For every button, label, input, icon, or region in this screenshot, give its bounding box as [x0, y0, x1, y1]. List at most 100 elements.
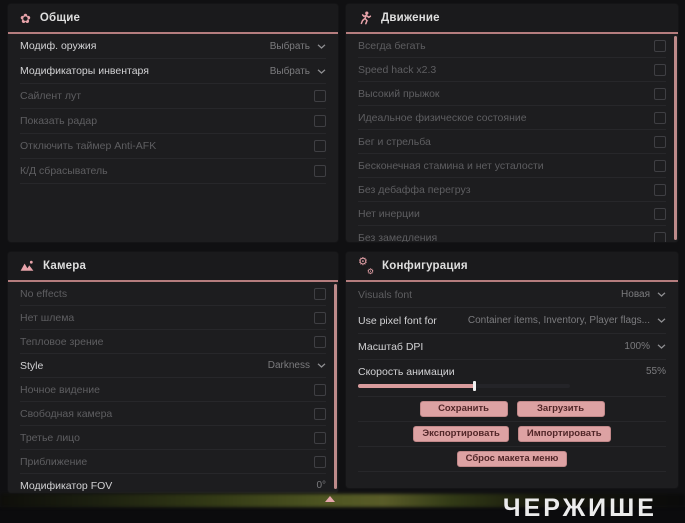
slider-label-line: Скорость анимации 55% — [358, 363, 666, 380]
setting-label: Style — [20, 359, 44, 372]
checkbox[interactable] — [314, 407, 326, 420]
action-button[interactable]: Загрузить — [516, 401, 605, 417]
panel-configuration: ⚙ ⚙ Конфигурация Visuals font Новая Use pix… — [346, 252, 678, 488]
gears-icon: ⚙ ⚙ — [358, 256, 374, 276]
setting-label: Модификатор FOV — [20, 479, 113, 492]
setting-label: Отключить таймер Anti-AFK — [20, 140, 157, 152]
checkbox[interactable] — [314, 383, 326, 396]
dropdown-value[interactable]: 100% — [624, 341, 650, 352]
setting-row: Нет инерции — [358, 202, 666, 226]
checkbox[interactable] — [654, 63, 666, 76]
setting-row: Модиф. оружия Выбрать — [20, 34, 326, 59]
setting-label: Нет инерции — [358, 207, 420, 220]
checkbox[interactable] — [314, 431, 326, 444]
checkbox[interactable] — [314, 140, 326, 152]
setting-label: Масштаб DPI — [358, 340, 424, 353]
checkbox[interactable] — [654, 111, 666, 124]
mountains-icon — [20, 259, 34, 273]
setting-label: Идеальное физическое состояние — [358, 111, 527, 124]
checkbox[interactable] — [654, 231, 666, 242]
chevron-down-icon[interactable] — [317, 43, 326, 49]
settings-list: Visuals font Новая Use pixel font for Conta… — [346, 282, 678, 472]
setting-row: Сайлент лут — [20, 84, 326, 109]
setting-label: Бег и стрельба — [358, 135, 431, 148]
reset-menu-button[interactable]: Сброс макета меню — [456, 451, 568, 467]
slider-value: 55% — [645, 366, 666, 377]
chevron-down-icon[interactable] — [317, 68, 326, 74]
setting-label: Скорость анимации — [358, 365, 455, 378]
setting-row: Ночное видение — [20, 378, 326, 402]
checkbox[interactable] — [314, 165, 326, 177]
flower-icon: ✿ — [20, 10, 31, 26]
checkbox[interactable] — [314, 287, 326, 300]
slider-track[interactable] — [358, 381, 570, 391]
checkbox[interactable] — [314, 311, 326, 324]
chevron-down-icon[interactable] — [657, 318, 666, 323]
runner-icon — [358, 11, 372, 25]
setting-label: К/Д сбрасыватель — [20, 165, 108, 177]
setting-row: Бег и стрельба — [358, 130, 666, 154]
setting-row: Speed hack x2.3 — [358, 58, 666, 82]
setting-label: Модификаторы инвентаря — [20, 65, 149, 77]
setting-row: Показать радар — [20, 109, 326, 134]
reset-row: Сброс макета меню — [358, 447, 666, 472]
slider-handle[interactable] — [472, 381, 476, 391]
setting-row: Третье лицо — [20, 426, 326, 450]
checkbox[interactable] — [654, 183, 666, 196]
dropdown-value[interactable]: Выбрать — [270, 41, 310, 52]
chevron-down-icon[interactable] — [657, 292, 666, 297]
checkbox[interactable] — [654, 159, 666, 172]
checkbox[interactable] — [314, 90, 326, 102]
settings-list: Модиф. оружия Выбрать Модификаторы инвента… — [8, 34, 338, 184]
checkbox[interactable] — [314, 115, 326, 127]
setting-row: Visuals font Новая — [358, 282, 666, 308]
checkbox[interactable] — [314, 335, 326, 348]
settings-list: No effects Нет шлема Тепловое зрение Style D… — [8, 282, 338, 493]
panel-movement: Движение Всегда бегать Speed hack x2.3 Выс… — [346, 4, 678, 242]
chevron-down-icon[interactable] — [317, 363, 326, 368]
scrollbar[interactable] — [674, 36, 677, 240]
setting-label: Бесконечная стамина и нет усталости — [358, 159, 544, 172]
slider-label-line: Модификатор FOV 0° — [20, 477, 326, 493]
panel-title: Движение — [381, 12, 440, 24]
checkbox[interactable] — [654, 135, 666, 148]
setting-label: Нет шлема — [20, 311, 75, 324]
setting-row: Use pixel font for Container items, Inven… — [358, 308, 666, 334]
setting-label: Показать радар — [20, 115, 98, 127]
setting-row: Скорость анимации 55% — [358, 360, 666, 397]
checkbox[interactable] — [654, 87, 666, 100]
setting-row: Бесконечная стамина и нет усталости — [358, 154, 666, 178]
chevron-down-icon[interactable] — [657, 344, 666, 349]
setting-label: Visuals font — [358, 288, 413, 301]
action-button[interactable]: Сохранить — [419, 401, 508, 417]
setting-row: No effects — [20, 282, 326, 306]
setting-row: К/Д сбрасыватель — [20, 159, 326, 184]
checkbox[interactable] — [654, 39, 666, 52]
setting-row: Высокий прыжок — [358, 82, 666, 106]
dropdown-value[interactable]: Darkness — [268, 360, 310, 371]
checkbox[interactable] — [314, 455, 326, 468]
panel-title: Камера — [43, 260, 87, 272]
setting-label: Модиф. оружия — [20, 40, 97, 52]
setting-label: Use pixel font for — [358, 314, 437, 327]
dropdown-value[interactable]: Новая — [621, 289, 650, 300]
dropdown-value[interactable]: Выбрать — [270, 66, 310, 77]
setting-label: Третье лицо — [20, 431, 80, 444]
setting-row: Приближение — [20, 450, 326, 474]
trainer-window: ✿ Общие Модиф. оружия Выбрать Модификаторы… — [0, 0, 685, 522]
setting-row: Модификатор FOV 0° — [20, 474, 326, 493]
dropdown-value[interactable]: Container items, Inventory, Player flags… — [468, 315, 650, 326]
slider-fill — [358, 384, 475, 388]
checkbox[interactable] — [654, 207, 666, 220]
setting-label: Всегда бегать — [358, 39, 426, 52]
setting-label: Тепловое зрение — [20, 335, 104, 348]
setting-label: Высокий прыжок — [358, 87, 440, 100]
setting-label: Speed hack x2.3 — [358, 63, 437, 76]
action-button[interactable]: Экспортировать — [413, 426, 509, 442]
panel-title: Общие — [39, 12, 81, 24]
scrollbar[interactable] — [334, 284, 337, 489]
setting-row: Всегда бегать — [358, 34, 666, 58]
panel-general: ✿ Общие Модиф. оружия Выбрать Модификаторы… — [8, 4, 338, 242]
setting-label: Приближение — [20, 455, 88, 468]
action-button[interactable]: Импортировать — [517, 426, 611, 442]
